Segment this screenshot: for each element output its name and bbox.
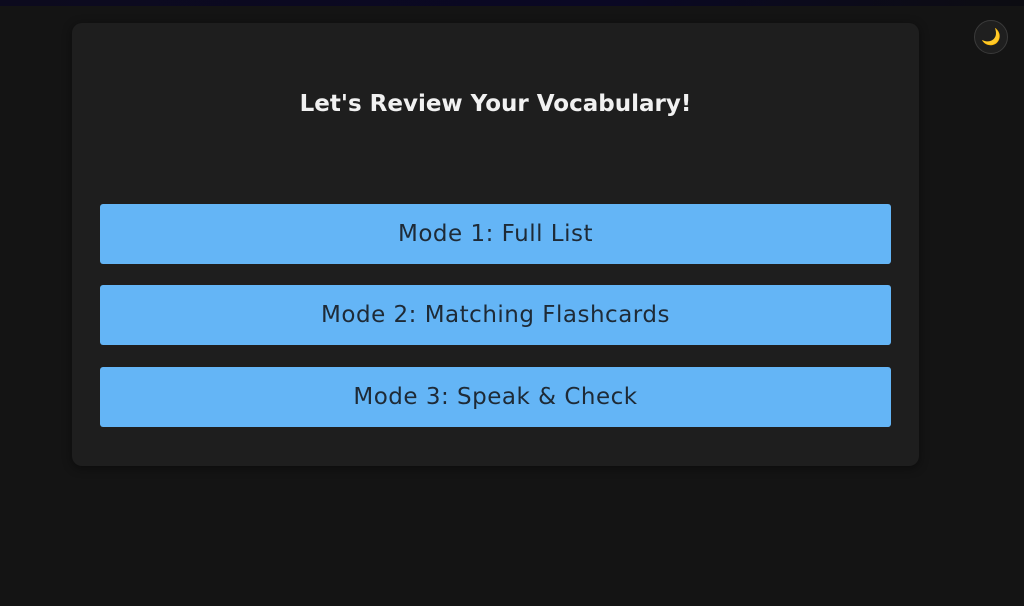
theme-toggle-button[interactable]: 🌙	[974, 20, 1008, 54]
mode-3-label: Mode 3: Speak & Check	[353, 384, 638, 410]
moon-icon: 🌙	[981, 27, 1001, 46]
page-title: Let's Review Your Vocabulary!	[299, 91, 692, 117]
mode-2-matching-flashcards-button[interactable]: Mode 2: Matching Flashcards	[100, 285, 891, 345]
mode-1-label: Mode 1: Full List	[397, 221, 593, 247]
mode-2-label: Mode 2: Matching Flashcards	[321, 302, 670, 328]
top-strip	[0, 0, 1024, 6]
mode-1-full-list-button[interactable]: Mode 1: Full List	[100, 204, 891, 264]
mode-3-speak-check-button[interactable]: Mode 3: Speak & Check	[100, 367, 891, 427]
vocabulary-review-card: Let's Review Your Vocabulary! Mode 1: Fu…	[72, 23, 919, 466]
